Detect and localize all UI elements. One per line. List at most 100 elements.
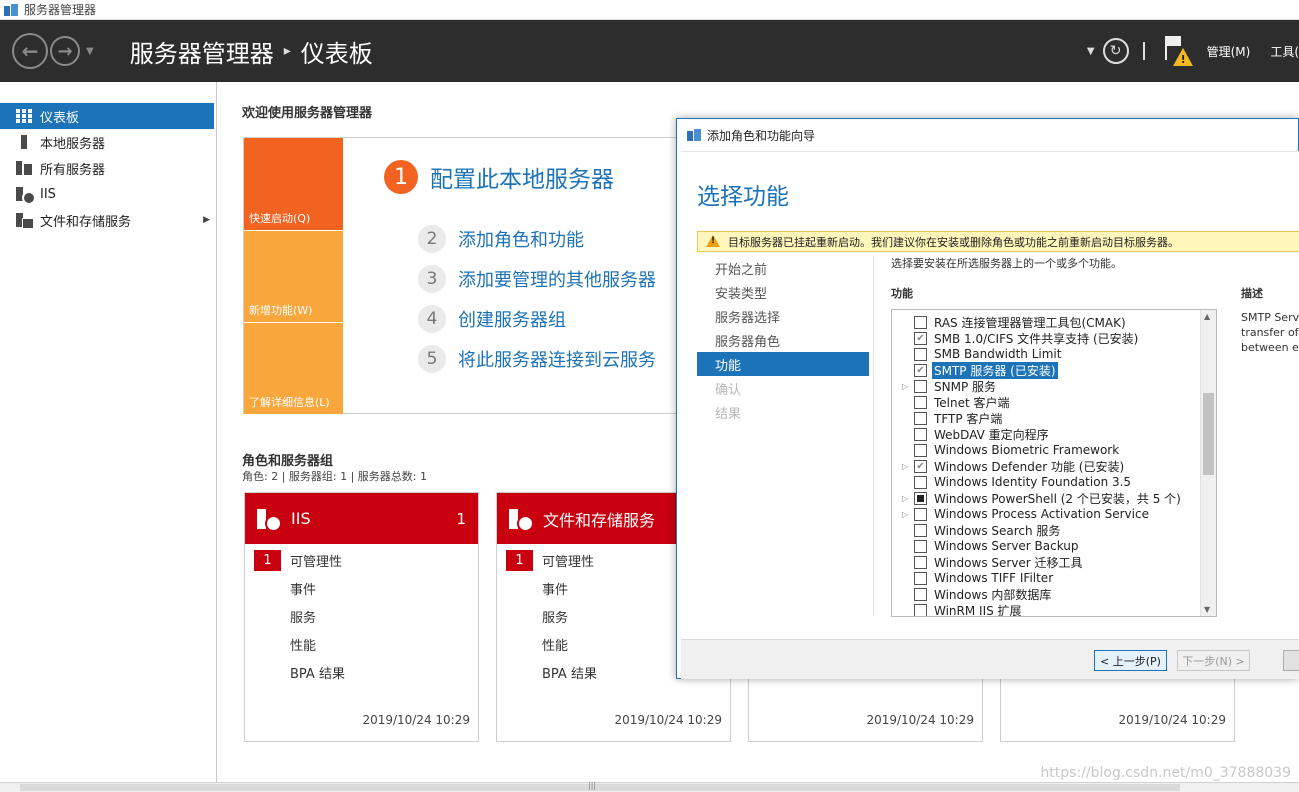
feature-row[interactable]: ▷ Windows PowerShell (2 个已安装，共 5 个) — [892, 490, 1216, 506]
back-arrow-icon[interactable]: ← — [12, 33, 48, 69]
dialog-titlebar[interactable]: 添加角色和功能向导 — [677, 119, 1298, 151]
feature-checkbox[interactable] — [914, 492, 927, 505]
sidebar-item-all-servers[interactable]: 所有服务器 — [0, 155, 216, 181]
quick-start-step-5[interactable]: 5 将此服务器连接到云服务 — [418, 345, 656, 373]
feature-row[interactable]: ▷ SNMP 服务 — [892, 378, 1216, 394]
feature-checkbox[interactable] — [914, 524, 927, 537]
feature-row[interactable]: ✔ SMB 1.0/CIFS 文件共享支持 (已安装) — [892, 330, 1216, 346]
quick-start-step-2[interactable]: 2 添加角色和功能 — [418, 225, 584, 253]
feature-row[interactable]: Windows Search 服务 — [892, 522, 1216, 538]
feature-checkbox[interactable] — [914, 556, 927, 569]
sidebar-item-label: 文件和存储服务 — [40, 214, 132, 230]
notifications-flag-icon[interactable]: ! — [1163, 34, 1193, 68]
install-button[interactable] — [1283, 650, 1299, 671]
card-row-bpa[interactable]: BPA 结果 — [245, 658, 478, 686]
scrollbar-thumb[interactable] — [20, 784, 1180, 791]
quick-start-step-3[interactable]: 3 添加要管理的其他服务器 — [418, 265, 656, 293]
card-row-events[interactable]: 事件 — [245, 574, 478, 602]
feature-row[interactable]: WinRM IIS 扩展 — [892, 602, 1216, 616]
feature-checkbox[interactable] — [914, 396, 927, 409]
feature-checkbox[interactable] — [914, 348, 927, 361]
roles-title: 角色和服务器组 — [242, 454, 334, 469]
menu-manage[interactable]: 管理(M) — [1207, 43, 1251, 60]
feature-row[interactable]: TFTP 客户端 — [892, 410, 1216, 426]
card-header[interactable]: IIS 1 — [245, 493, 478, 544]
tile-learn-more[interactable]: 了解详细信息(L) — [244, 323, 343, 414]
feature-checkbox[interactable]: ✔ — [914, 460, 927, 473]
feature-checkbox[interactable]: ✔ — [914, 364, 927, 377]
quick-start-step-4[interactable]: 4 创建服务器组 — [418, 305, 566, 333]
step-link[interactable]: 添加角色和功能 — [458, 226, 584, 252]
step-number: 3 — [418, 265, 446, 293]
step-link[interactable]: 添加要管理的其他服务器 — [458, 266, 656, 292]
step-link[interactable]: 创建服务器组 — [458, 306, 566, 332]
feature-checkbox[interactable]: ✔ — [914, 332, 927, 345]
expand-arrow-icon[interactable]: ▷ — [902, 462, 908, 471]
feature-row[interactable]: Windows 内部数据库 — [892, 586, 1216, 602]
feature-row[interactable]: Windows Identity Foundation 3.5 — [892, 474, 1216, 490]
wizard-step-server-selection[interactable]: 服务器选择 — [697, 304, 869, 328]
feature-row[interactable]: ✔ SMTP 服务器 (已安装) — [892, 361, 1216, 379]
step-link[interactable]: 配置此本地服务器 — [430, 160, 614, 194]
feature-checkbox[interactable] — [914, 444, 927, 457]
refresh-icon[interactable]: ↻ — [1102, 38, 1129, 64]
breadcrumb-root[interactable]: 服务器管理器 — [130, 34, 274, 69]
feature-row[interactable]: Windows Biometric Framework — [892, 442, 1216, 458]
warning-text: 目标服务器已挂起重新启动。我们建议你在安装或删除角色或功能之前重新启动目标服务器… — [728, 235, 1179, 249]
sidebar-item-dashboard[interactable]: 仪表板 — [0, 103, 214, 129]
menu-tools[interactable]: 工具( — [1270, 43, 1299, 60]
wizard-step-confirmation: 确认 — [715, 382, 742, 398]
breadcrumb-dropdown-icon[interactable]: ▼ — [1087, 46, 1095, 57]
feature-row[interactable]: Telnet 客户端 — [892, 394, 1216, 410]
feature-row[interactable]: Windows Server Backup — [892, 538, 1216, 554]
feature-label: Windows Defender 功能 (已安装) — [934, 459, 1125, 474]
feature-checkbox[interactable] — [914, 476, 927, 489]
wizard-step-features[interactable]: 功能 — [697, 352, 869, 376]
row-label: 服务 — [542, 610, 569, 626]
feature-checkbox[interactable] — [914, 588, 927, 601]
feature-row[interactable]: ▷ Windows Process Activation Service — [892, 506, 1216, 522]
wizard-step-before-you-begin[interactable]: 开始之前 — [697, 256, 869, 280]
sidebar-item-iis[interactable]: IIS — [0, 181, 216, 207]
feature-row[interactable]: WebDAV 重定向程序 — [892, 426, 1216, 442]
previous-button[interactable]: < 上一步(P) — [1094, 650, 1167, 671]
features-list[interactable]: RAS 连接管理器管理工具包(CMAK) ✔ SMB 1.0/CIFS 文件共享支持… — [891, 309, 1217, 617]
feature-checkbox[interactable] — [914, 572, 927, 585]
step-link[interactable]: 将此服务器连接到云服务 — [458, 346, 656, 372]
history-dropdown-icon[interactable]: ▼ — [86, 46, 94, 57]
feature-row[interactable]: RAS 连接管理器管理工具包(CMAK) — [892, 314, 1216, 330]
scroll-down-icon[interactable]: ▼ — [1204, 605, 1210, 614]
tile-quick-start[interactable]: 快速启动(Q) — [244, 138, 343, 230]
expand-arrow-icon[interactable]: ▷ — [902, 382, 908, 391]
card-row-manageability[interactable]: 1 可管理性 — [245, 546, 478, 574]
feature-checkbox[interactable] — [914, 428, 927, 441]
card-row-services[interactable]: 服务 — [245, 602, 478, 630]
feature-checkbox[interactable] — [914, 604, 927, 616]
quick-start-step-1[interactable]: 1 配置此本地服务器 — [384, 160, 614, 194]
sidebar-item-local-server[interactable]: 本地服务器 — [0, 129, 216, 155]
feature-checkbox[interactable] — [914, 316, 927, 329]
feature-row[interactable]: Windows TIFF IFilter — [892, 570, 1216, 586]
horizontal-scrollbar[interactable]: ||| — [0, 781, 1299, 792]
feature-checkbox[interactable] — [914, 540, 927, 553]
forward-arrow-icon[interactable]: → — [50, 36, 80, 66]
scrollbar-thumb[interactable] — [1203, 393, 1214, 475]
pending-restart-warning: ! 目标服务器已挂起重新启动。我们建议你在安装或删除角色或功能之前重新启动目标服… — [697, 231, 1299, 252]
scroll-up-icon[interactable]: ▲ — [1204, 312, 1210, 321]
card-row-performance[interactable]: 性能 — [245, 630, 478, 658]
tile-whats-new[interactable]: 新增功能(W) — [244, 231, 343, 322]
wizard-step-installation-type[interactable]: 安装类型 — [697, 280, 869, 304]
expand-arrow-icon[interactable]: ▷ — [902, 494, 908, 503]
feature-checkbox[interactable] — [914, 508, 927, 521]
sidebar-item-file-storage[interactable]: 文件和存储服务 ▶ — [0, 207, 216, 233]
feature-checkbox[interactable] — [914, 412, 927, 425]
chevron-right-icon[interactable]: ▶ — [203, 215, 210, 225]
wizard-step-server-roles[interactable]: 服务器角色 — [697, 328, 869, 352]
feature-label: Windows Server 迁移工具 — [934, 555, 1083, 570]
feature-row[interactable]: ▷ ✔ Windows Defender 功能 (已安装) — [892, 458, 1216, 474]
feature-row[interactable]: Windows Server 迁移工具 — [892, 554, 1216, 570]
feature-checkbox[interactable] — [914, 380, 927, 393]
vertical-scrollbar[interactable]: ▲ ▼ — [1200, 310, 1216, 616]
feature-row[interactable]: SMB Bandwidth Limit — [892, 346, 1216, 362]
expand-arrow-icon[interactable]: ▷ — [902, 510, 908, 519]
